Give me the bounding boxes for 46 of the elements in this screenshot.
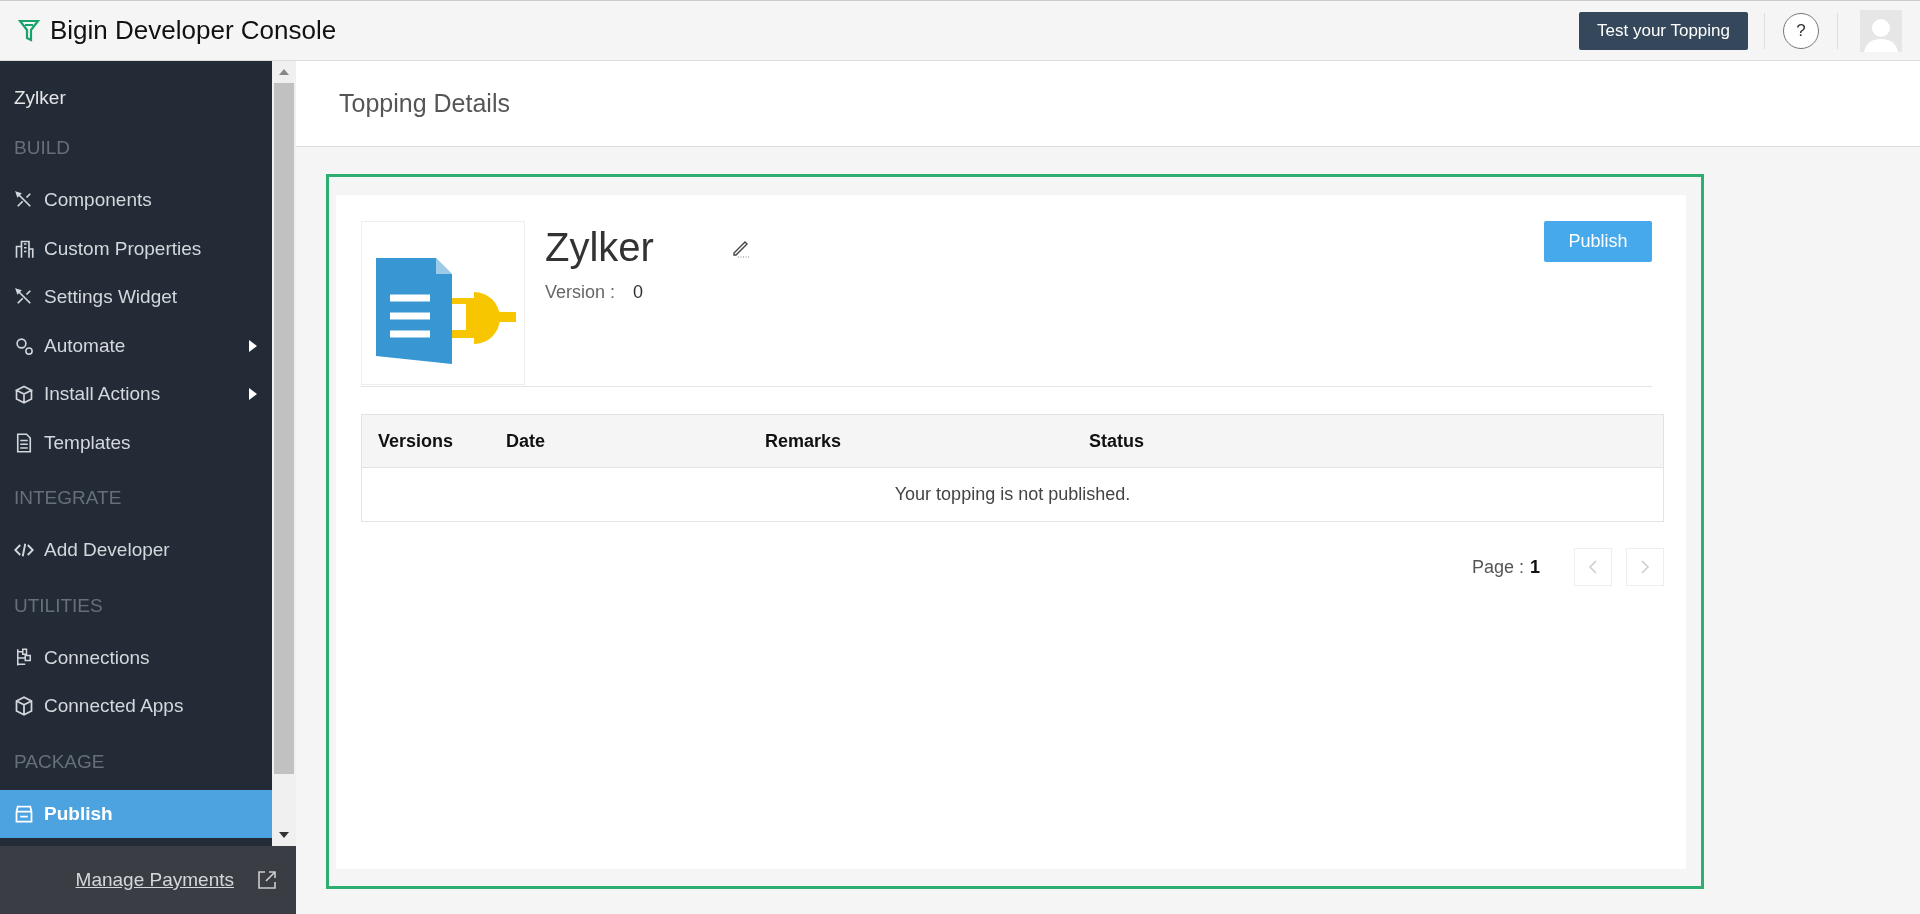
test-topping-button[interactable]: Test your Topping: [1579, 11, 1748, 50]
column-header: Date: [490, 414, 749, 468]
nav-item[interactable]: Add Developer: [0, 526, 272, 575]
scroll-down-icon[interactable]: [278, 830, 290, 840]
nav-item[interactable]: Automate: [0, 321, 272, 370]
logo-icon: [18, 18, 40, 43]
nav-icon: [14, 335, 34, 356]
page-number: 1: [1530, 556, 1540, 578]
nav-icon: [14, 647, 34, 668]
nav-item[interactable]: Custom Properties: [0, 224, 272, 273]
nav-icon: [14, 803, 34, 824]
version-value: 0: [633, 282, 644, 303]
chevron-right-icon: [1640, 559, 1650, 575]
nav-icon: [14, 432, 34, 453]
help-button[interactable]: ?: [1783, 12, 1819, 49]
chevron-left-icon: [1588, 559, 1598, 575]
section-heading: INTEGRATE: [13, 486, 123, 510]
nav-item[interactable]: Connections: [0, 633, 272, 682]
nav-item[interactable]: Connected Apps: [0, 682, 272, 731]
avatar[interactable]: [1860, 9, 1902, 52]
scroll-up-icon[interactable]: [278, 67, 290, 77]
section-heading: BUILD: [13, 136, 71, 160]
nav-item[interactable]: Components: [0, 176, 272, 225]
nav-item[interactable]: Install Actions: [0, 370, 272, 419]
nav-item[interactable]: Settings Widget: [0, 273, 272, 322]
org-name: Zylker: [13, 86, 67, 110]
version-label: Version :: [545, 282, 616, 303]
manage-payments-link[interactable]: Manage Payments: [75, 869, 234, 891]
nav-icon: [14, 238, 34, 259]
column-header: Versions: [361, 414, 490, 468]
column-header: Remarks: [749, 414, 1073, 468]
topping-name: Zylker: [545, 225, 655, 270]
column-header: Status: [1073, 414, 1664, 468]
nav-icon: [14, 696, 34, 717]
nav-icon: [14, 384, 34, 405]
page-label: Page :: [1471, 556, 1524, 578]
scrollbar[interactable]: [272, 61, 296, 846]
external-link-icon: [256, 869, 278, 891]
nav-item[interactable]: Templates: [0, 418, 272, 467]
section-heading: UTILITIES: [13, 593, 104, 618]
next-page-button[interactable]: [1626, 548, 1664, 586]
section-heading: PACKAGE: [13, 749, 106, 774]
page-title: Topping Details: [296, 61, 1920, 147]
empty-message: Your topping is not published.: [361, 467, 1664, 522]
previous-page-button[interactable]: [1574, 548, 1612, 586]
app-title: Bigin Developer Console: [50, 15, 338, 46]
